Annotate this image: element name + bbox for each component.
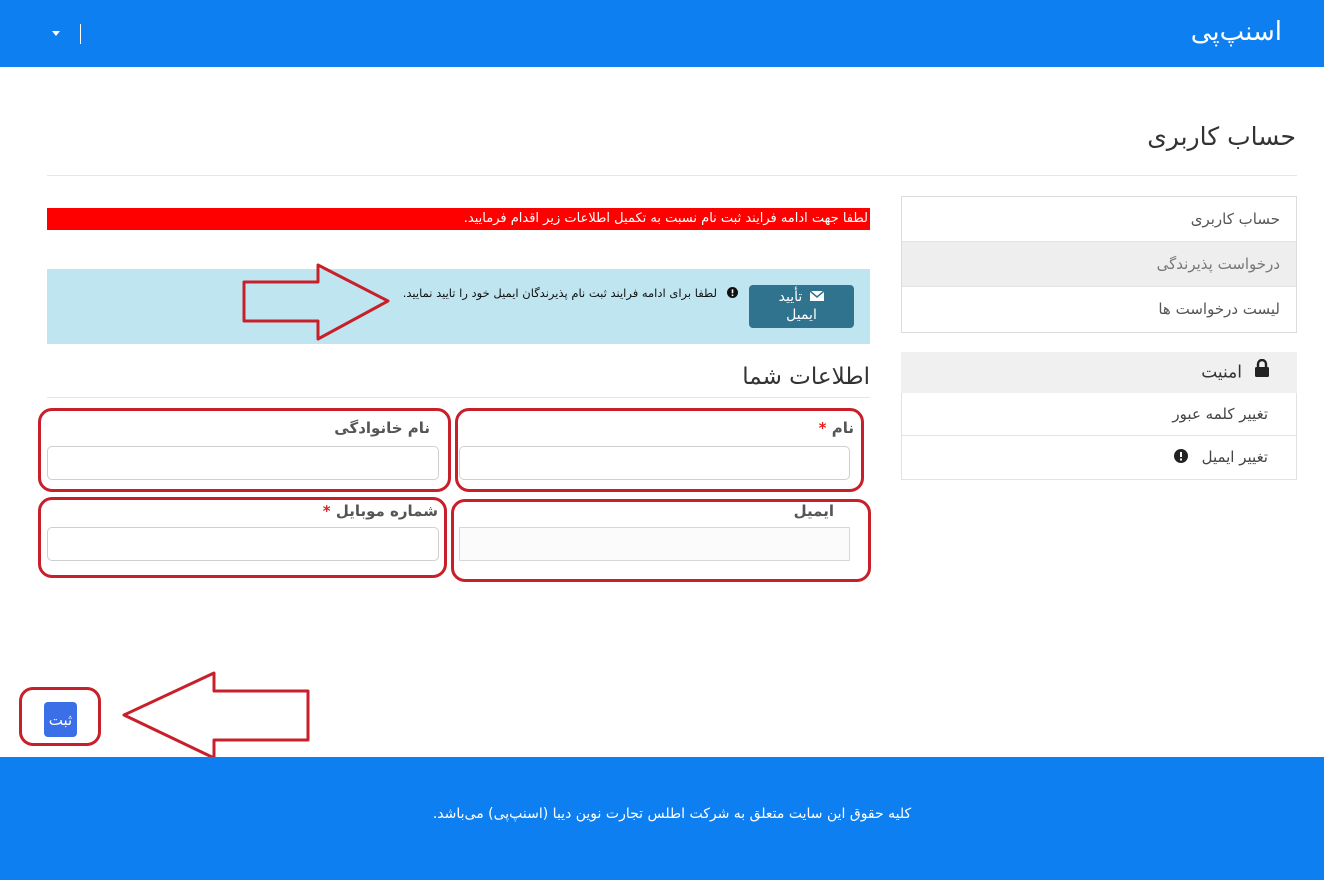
annotation-arrow-right <box>242 263 390 341</box>
footer-copyright: کلیه حقوق این سایت متعلق به شرکت اطلس تج… <box>432 806 912 822</box>
annotation-arrows <box>122 263 390 760</box>
annotation-arrow-left <box>122 671 310 760</box>
footer: کلیه حقوق این سایت متعلق به شرکت اطلس تج… <box>0 757 1324 880</box>
